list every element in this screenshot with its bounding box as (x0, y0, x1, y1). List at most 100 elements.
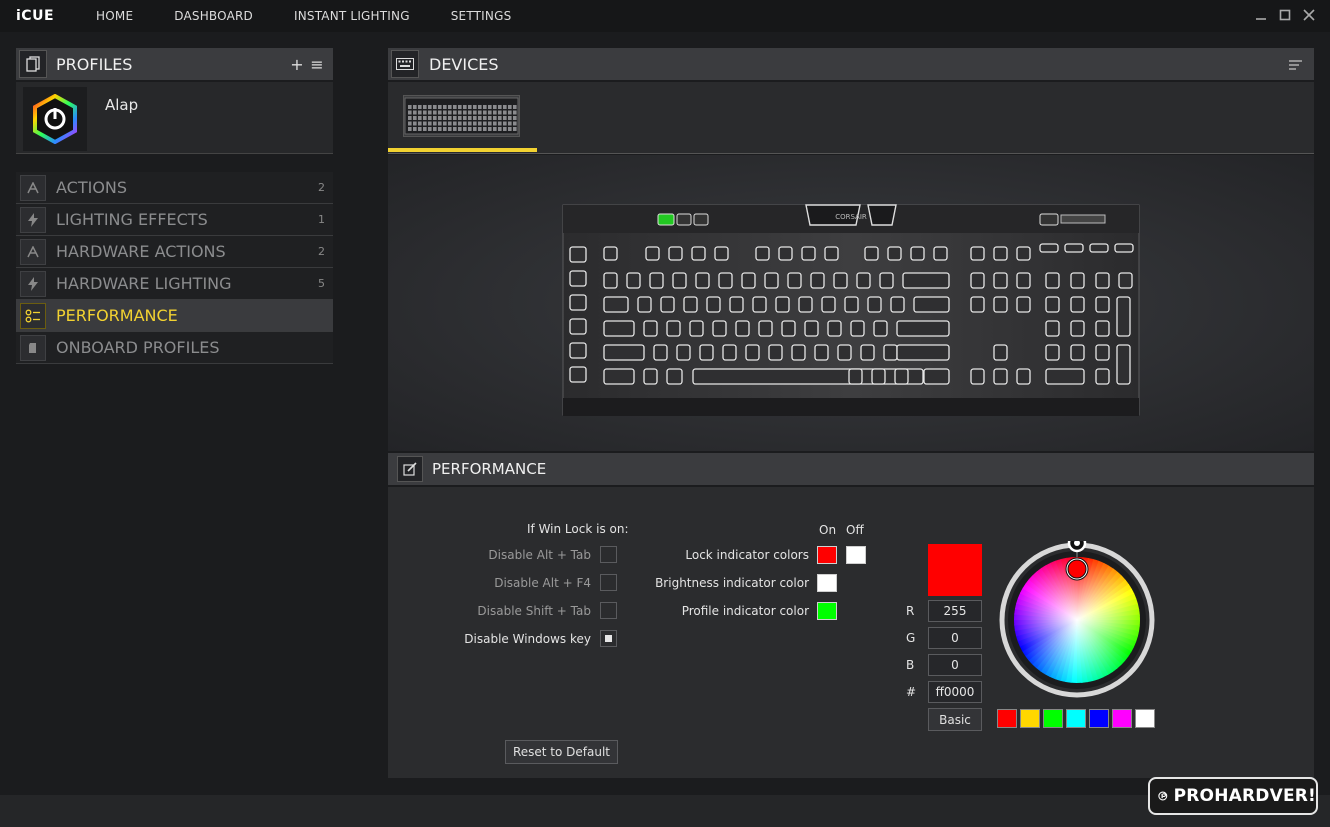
keyboard-key (860, 344, 875, 361)
icue-logo-icon (23, 87, 87, 151)
keyboard-key (1016, 296, 1031, 313)
lightning-icon (20, 206, 46, 233)
preset-blue-swatch[interactable] (1089, 709, 1109, 728)
lock-indicator-off-swatch[interactable] (846, 546, 866, 564)
nav-home[interactable]: HOME (96, 9, 133, 23)
lock-indicator-on-swatch[interactable] (817, 546, 837, 564)
thumbnail-key (433, 105, 437, 109)
window-controls (1254, 6, 1316, 24)
keyboard-image[interactable]: CORSAIR (562, 203, 1140, 419)
preset-magenta-swatch[interactable] (1112, 709, 1132, 728)
disable-windows-key-checkbox[interactable] (600, 630, 617, 647)
thumbnail-key (468, 110, 472, 115)
thumbnail-key (453, 105, 457, 109)
thumbnail-key (458, 105, 462, 109)
keyboard-key (729, 296, 744, 313)
red-input[interactable] (928, 600, 982, 622)
sidebar-item-performance[interactable]: PERFORMANCE (16, 300, 333, 332)
selected-device-indicator (388, 148, 537, 152)
hex-input[interactable] (928, 681, 982, 703)
color-wheel[interactable] (998, 533, 1156, 699)
keyboard-key (672, 272, 687, 289)
profiles-title: PROFILES (56, 54, 133, 74)
keyboard-key (879, 272, 894, 289)
preset-white-swatch[interactable] (1135, 709, 1155, 728)
thumbnail-key (428, 116, 432, 120)
keyboard-key (824, 246, 839, 261)
keyboard-key (752, 296, 767, 313)
thumbnail-key (498, 110, 502, 115)
thumbnail-key (478, 110, 482, 115)
nav-settings[interactable]: SETTINGS (451, 9, 512, 23)
thumbnail-key (463, 116, 467, 120)
keyboard-key (775, 296, 790, 313)
keyboard-key (645, 246, 660, 261)
thumbnail-key (508, 105, 512, 109)
keyboard-key (864, 246, 879, 261)
profile-menu-button[interactable]: ≡ (307, 55, 327, 74)
keyboard-key (970, 246, 985, 261)
thumbnail-key (483, 110, 487, 115)
thumbnail-key (408, 110, 412, 115)
device-thumbnail-keyboard[interactable] (403, 95, 520, 137)
devices-menu-icon[interactable] (1289, 55, 1302, 74)
preset-red-swatch[interactable] (997, 709, 1017, 728)
preset-green-swatch[interactable] (1043, 709, 1063, 728)
thumbnail-key (498, 127, 502, 131)
thumbnail-key (458, 110, 462, 115)
green-label: G (906, 631, 916, 645)
keyboard-key (781, 320, 796, 337)
keyboard-key (910, 246, 925, 261)
keyboard-key (1095, 296, 1110, 313)
disable-shift-tab-checkbox[interactable] (600, 602, 617, 619)
thumbnail-key (488, 121, 492, 126)
disable-alt-tab-checkbox[interactable] (600, 546, 617, 563)
nav-instant-lighting[interactable]: INSTANT LIGHTING (294, 9, 410, 23)
profile-card[interactable]: Alap (16, 82, 333, 154)
thumbnail-key (493, 116, 497, 120)
keyboard-key (718, 272, 733, 289)
edit-icon (397, 456, 423, 482)
thumbnail-key (503, 121, 507, 126)
blue-input[interactable] (928, 654, 982, 676)
sidebar-item-hardware-lighting[interactable]: HARDWARE LIGHTING 5 (16, 268, 333, 300)
disable-alt-f4-checkbox[interactable] (600, 574, 617, 591)
thumbnail-key (413, 127, 417, 131)
thumbnail-key (443, 105, 447, 109)
sidebar-item-lighting-effects[interactable]: LIGHTING EFFECTS 1 (16, 204, 333, 236)
keyboard-key (970, 272, 985, 289)
maximize-icon[interactable] (1278, 6, 1292, 24)
keyboard-key (787, 272, 802, 289)
keyboard-key (755, 246, 770, 261)
keyboard-key (706, 296, 721, 313)
thumbnail-key (448, 127, 452, 131)
reset-to-default-button[interactable]: Reset to Default (505, 740, 618, 764)
add-profile-button[interactable]: + (287, 55, 307, 74)
brightness-indicator-swatch[interactable] (817, 574, 837, 592)
sidebar-item-hardware-actions[interactable]: HARDWARE ACTIONS 2 (16, 236, 333, 268)
keyboard-key (791, 344, 806, 361)
basic-mode-button[interactable]: Basic (928, 708, 982, 731)
green-input[interactable] (928, 627, 982, 649)
indicator-label: Lock indicator colors (685, 548, 809, 562)
keyboard-key (643, 368, 658, 385)
preset-cyan-swatch[interactable] (1066, 709, 1086, 728)
minimize-icon[interactable] (1254, 6, 1268, 24)
sidebar-item-actions[interactable]: ACTIONS 2 (16, 172, 333, 204)
keyboard-key (933, 246, 948, 261)
keyboard-key (887, 246, 902, 261)
keyboard-key (798, 296, 813, 313)
column-off-label: Off (846, 523, 864, 537)
thumbnail-key (473, 121, 477, 126)
preset-yellow-swatch[interactable] (1020, 709, 1040, 728)
keyboard-key (1095, 368, 1110, 385)
thumbnail-key (423, 121, 427, 126)
thumbnail-key (503, 116, 507, 120)
sidebar-item-onboard-profiles[interactable]: ONBOARD PROFILES (16, 332, 333, 364)
close-icon[interactable] (1302, 6, 1316, 24)
nav-dashboard[interactable]: DASHBOARD (174, 9, 253, 23)
thumbnail-key (448, 105, 452, 109)
profile-indicator-swatch[interactable] (817, 602, 837, 620)
thumbnail-key (483, 121, 487, 126)
memory-icon (20, 334, 46, 361)
